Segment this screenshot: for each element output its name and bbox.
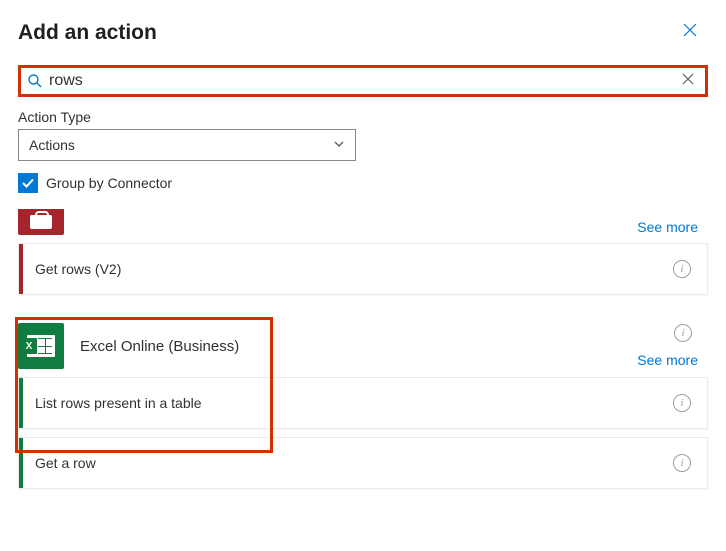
connector-name: Excel Online (Business): [80, 338, 239, 355]
info-icon[interactable]: i: [673, 454, 691, 472]
search-input[interactable]: [49, 72, 677, 90]
check-icon: [21, 176, 35, 190]
panel-header: Add an action: [18, 18, 708, 47]
chevron-down-icon: [333, 137, 345, 153]
group-by-connector-checkbox[interactable]: [18, 173, 38, 193]
sql-connector-icon: [18, 209, 64, 235]
page-title: Add an action: [18, 21, 157, 45]
close-icon: [682, 22, 698, 38]
action-type-label: Action Type: [18, 109, 708, 125]
see-more-link[interactable]: See more: [637, 219, 708, 235]
excel-connector-icon: [18, 323, 64, 369]
group-by-connector-row: Group by Connector: [18, 173, 708, 193]
action-label: List rows present in a table: [23, 395, 673, 411]
see-more-link[interactable]: See more: [637, 352, 708, 368]
info-icon[interactable]: i: [673, 260, 691, 278]
action-list-rows-present[interactable]: List rows present in a table i: [18, 377, 708, 429]
action-type-dropdown[interactable]: Actions: [18, 129, 356, 161]
action-get-rows-v2[interactable]: Get rows (V2) i: [18, 243, 708, 295]
close-icon: [681, 72, 695, 86]
action-get-a-row[interactable]: Get a row i: [18, 437, 708, 489]
info-icon[interactable]: i: [673, 394, 691, 412]
clear-search-button[interactable]: [677, 72, 699, 91]
action-label: Get rows (V2): [23, 261, 673, 277]
action-label: Get a row: [23, 455, 673, 471]
close-button[interactable]: [678, 18, 708, 47]
action-type-value: Actions: [29, 137, 75, 153]
connector-group-sql: See more: [18, 209, 708, 235]
info-icon[interactable]: i: [674, 324, 692, 342]
search-box[interactable]: [18, 65, 708, 97]
group-by-connector-label: Group by Connector: [46, 175, 172, 191]
connector-group-excel: Excel Online (Business) i See more: [18, 323, 708, 369]
search-icon: [27, 73, 43, 89]
